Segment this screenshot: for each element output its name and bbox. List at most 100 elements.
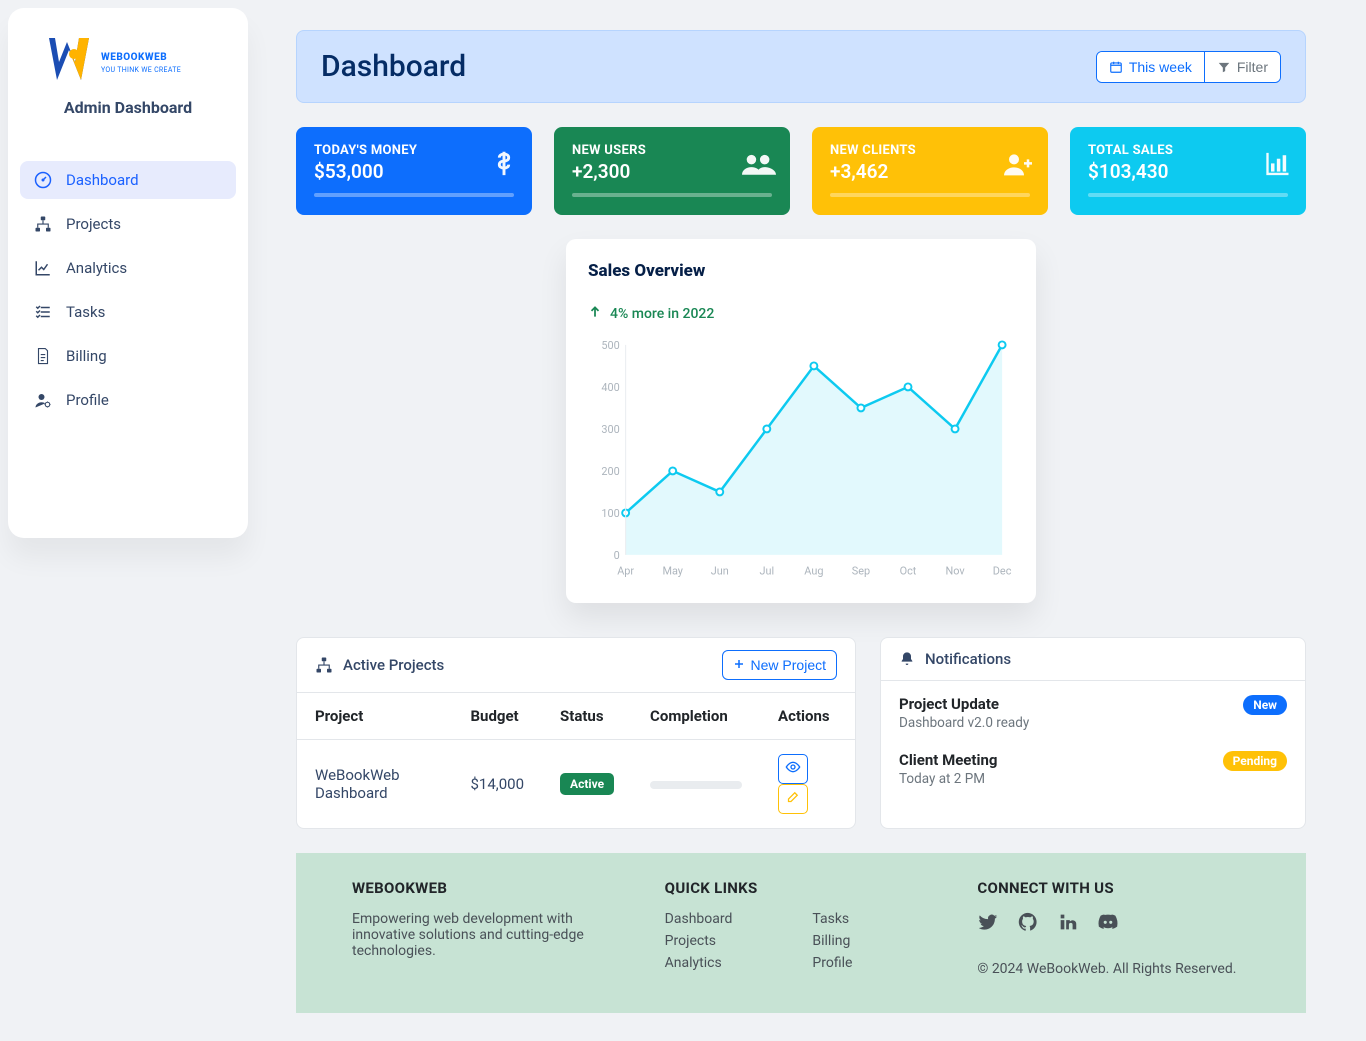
- stats-row: TODAY'S MONEY $53,000 NEW USERS +2,300 N…: [296, 127, 1306, 215]
- brand-name: WEBOOKWEB: [101, 52, 167, 63]
- svg-text:Oct: Oct: [900, 565, 917, 578]
- dollar-icon: [490, 149, 518, 185]
- footer-about: Empowering web development with innovati…: [352, 911, 625, 959]
- brand-tagline: YOU THINK WE CREATE: [101, 66, 181, 74]
- col-project: Project: [297, 693, 452, 740]
- chart-body: 0100200300400500AprMayJunJulAugSepOctNov…: [588, 335, 1014, 587]
- edit-button[interactable]: [778, 784, 808, 814]
- stat-today-money: TODAY'S MONEY $53,000: [296, 127, 532, 215]
- bar-chart-icon: [1264, 149, 1292, 185]
- svg-text:Nov: Nov: [945, 565, 965, 578]
- footer-connect-title: CONNECT WITH US: [977, 879, 1250, 897]
- stat-label: NEW CLIENTS: [830, 143, 1030, 158]
- chart-trend: 4% more in 2022: [588, 305, 1014, 323]
- sidebar: WEBOOKWEB YOU THINK WE CREATE Admin Dash…: [8, 8, 248, 538]
- file-invoice-icon: [34, 347, 52, 365]
- discord-icon[interactable]: [1097, 911, 1119, 937]
- user-plus-icon: [1002, 149, 1034, 185]
- notif-sub: Today at 2 PM: [899, 771, 997, 787]
- col-budget: Budget: [452, 693, 542, 740]
- sales-overview-card: Sales Overview 4% more in 2022 010020030…: [566, 239, 1036, 603]
- sidebar-label: Tasks: [66, 303, 105, 321]
- arrow-up-icon: [588, 305, 602, 323]
- svg-text:Aug: Aug: [804, 565, 823, 578]
- footer-link[interactable]: Analytics: [665, 955, 733, 971]
- user-gear-icon: [34, 391, 52, 409]
- project-budget: $14,000: [452, 739, 542, 828]
- sidebar-item-dashboard[interactable]: Dashboard: [20, 161, 236, 199]
- page-header: Dashboard This week Filter: [296, 30, 1306, 103]
- notif-pill: New: [1243, 695, 1287, 715]
- sidebar-item-projects[interactable]: Projects: [20, 205, 236, 243]
- sidebar-label: Profile: [66, 391, 109, 409]
- stat-new-users: NEW USERS +2,300: [554, 127, 790, 215]
- footer: WEBOOKWEB Empowering web development wit…: [296, 853, 1306, 1013]
- svg-text:500: 500: [601, 339, 619, 352]
- notifications-card: Notifications Project Update Dashboard v…: [880, 637, 1306, 829]
- col-status: Status: [542, 693, 632, 740]
- sidebar-item-tasks[interactable]: Tasks: [20, 293, 236, 331]
- diagram-icon: [34, 215, 52, 233]
- footer-brand: WEBOOKWEB: [352, 879, 625, 897]
- users-icon: [742, 149, 776, 185]
- status-badge: Active: [560, 773, 614, 795]
- sidebar-item-analytics[interactable]: Analytics: [20, 249, 236, 287]
- stat-label: TODAY'S MONEY: [314, 143, 514, 158]
- sidebar-label: Dashboard: [66, 171, 139, 189]
- footer-link[interactable]: Billing: [812, 933, 852, 949]
- stat-new-clients: NEW CLIENTS +3,462: [812, 127, 1048, 215]
- sidebar-label: Analytics: [66, 259, 127, 277]
- view-button[interactable]: [778, 754, 808, 784]
- stat-bar: [314, 193, 514, 197]
- stat-label: TOTAL SALES: [1088, 143, 1288, 158]
- svg-text:200: 200: [601, 465, 619, 478]
- sidebar-item-profile[interactable]: Profile: [20, 381, 236, 419]
- stat-value: $103,430: [1088, 160, 1288, 183]
- footer-link[interactable]: Tasks: [812, 911, 852, 927]
- list-check-icon: [34, 303, 52, 321]
- chart-title: Sales Overview: [588, 261, 1014, 281]
- svg-text:400: 400: [601, 381, 619, 394]
- eye-icon: [785, 759, 801, 779]
- sidebar-item-billing[interactable]: Billing: [20, 337, 236, 375]
- notif-pill: Pending: [1223, 751, 1287, 771]
- sidebar-label: Projects: [66, 215, 121, 233]
- this-week-button[interactable]: This week: [1097, 52, 1204, 82]
- twitter-icon[interactable]: [977, 911, 999, 937]
- table-row: WeBookWeb Dashboard $14,000 Active: [297, 739, 855, 828]
- brand-logo: WEBOOKWEB YOU THINK WE CREATE Admin Dash…: [20, 24, 236, 161]
- svg-text:100: 100: [601, 507, 619, 520]
- calendar-icon: [1109, 60, 1123, 74]
- svg-text:Dec: Dec: [993, 565, 1012, 578]
- stat-bar: [830, 193, 1030, 197]
- header-buttons: This week Filter: [1096, 51, 1281, 83]
- notification-item: Project Update Dashboard v2.0 ready New: [881, 681, 1305, 745]
- new-project-button[interactable]: New Project: [722, 650, 837, 680]
- notif-title: Project Update: [899, 695, 1029, 713]
- footer-link[interactable]: Profile: [812, 955, 852, 971]
- stat-value: +3,462: [830, 160, 1030, 183]
- stat-total-sales: TOTAL SALES $103,430: [1070, 127, 1306, 215]
- diagram-icon: [315, 656, 333, 674]
- svg-text:Jul: Jul: [760, 565, 775, 578]
- stat-bar: [1088, 193, 1288, 197]
- filter-button[interactable]: Filter: [1204, 52, 1280, 82]
- projects-table: Project Budget Status Completion Actions…: [297, 693, 855, 828]
- github-icon[interactable]: [1017, 911, 1039, 937]
- pencil-icon: [786, 789, 801, 808]
- svg-text:May: May: [662, 565, 683, 578]
- svg-text:Jun: Jun: [711, 565, 729, 578]
- admin-title: Admin Dashboard: [20, 98, 236, 117]
- svg-text:Sep: Sep: [852, 565, 870, 578]
- page-title: Dashboard: [321, 49, 466, 84]
- col-completion: Completion: [632, 693, 760, 740]
- plus-icon: [733, 657, 745, 673]
- footer-link[interactable]: Dashboard: [665, 911, 733, 927]
- footer-link[interactable]: Projects: [665, 933, 733, 949]
- social-links: [977, 911, 1250, 943]
- speedometer-icon: [34, 171, 52, 189]
- stat-bar: [572, 193, 772, 197]
- linkedin-icon[interactable]: [1057, 911, 1079, 937]
- main-content: Dashboard This week Filter TODAY'S MONEY…: [256, 0, 1366, 1013]
- svg-text:300: 300: [601, 423, 619, 436]
